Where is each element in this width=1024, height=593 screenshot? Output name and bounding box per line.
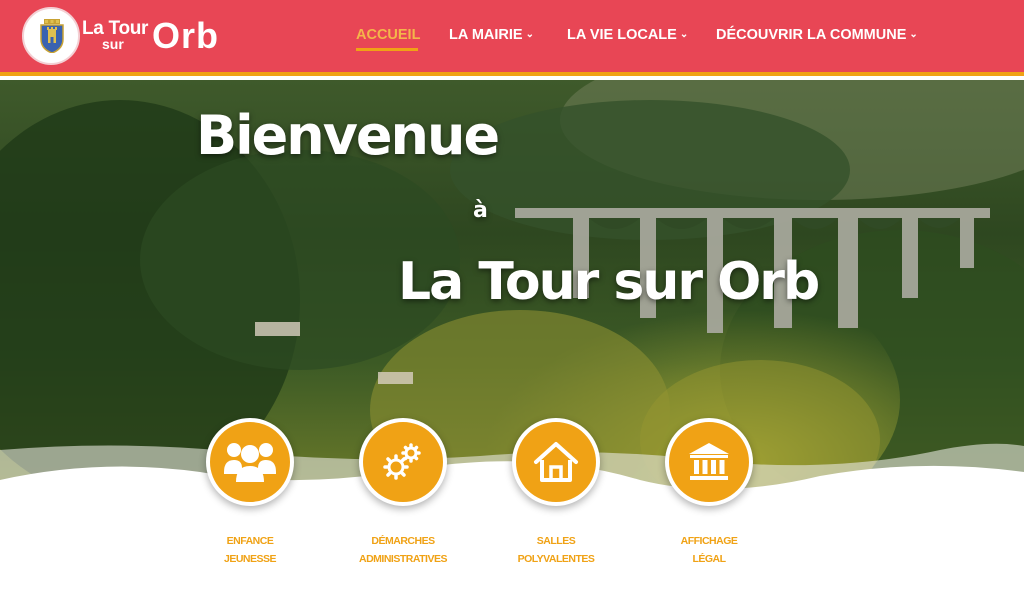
people-icon (224, 443, 276, 482)
hero-title-line1: Bienvenue (196, 104, 500, 167)
bank-icon (689, 443, 729, 480)
nav-label: LA VIE LOCALE (567, 27, 677, 43)
nav-label: ACCUEIL (356, 27, 421, 43)
house-icon (534, 442, 578, 482)
chevron-down-icon: ⌄ (679, 29, 689, 40)
nav-item-la-vie-locale[interactable]: LA VIE LOCALE ⌄ (567, 27, 688, 43)
nav-item-accueil[interactable]: ACCUEIL (356, 27, 421, 51)
gears-icon (383, 443, 421, 480)
label-line: POLYVALENTES (517, 553, 595, 565)
quick-link-circle[interactable] (206, 418, 294, 506)
active-underline (356, 48, 418, 51)
label-line: SALLES (536, 535, 576, 547)
brand-orb: Orb (152, 15, 220, 56)
quick-link-label: DÉMARCHES ADMINISTRATIVES (333, 532, 473, 568)
hero-title-line3: La Tour sur Orb (398, 252, 820, 312)
quick-link-label: AFFICHAGE LÉGAL (639, 532, 779, 568)
nav-label: LA MAIRIE (449, 27, 523, 43)
label-line: JEUNESSE (223, 553, 277, 565)
quick-link-circle[interactable] (512, 418, 600, 506)
label-line: ADMINISTRATIVES (359, 553, 447, 565)
label-line: LÉGAL (692, 553, 726, 565)
quick-link-label: SALLES POLYVALENTES (486, 532, 626, 568)
quick-links: ENFANCE JEUNESSE DÉMARCHES ADMINISTRATIV… (0, 418, 1024, 593)
chevron-down-icon: ⌄ (525, 29, 534, 40)
hero-title-line2: à (473, 198, 488, 223)
quick-link-circle[interactable] (665, 418, 753, 506)
quick-link-circle[interactable] (359, 418, 447, 506)
coat-of-arms-icon (40, 19, 64, 53)
chevron-down-icon: ⌄ (909, 29, 918, 40)
nav-item-decouvrir-la-commune[interactable]: DÉCOUVRIR LA COMMUNE ⌄ (716, 27, 918, 43)
quick-link-label: ENFANCE JEUNESSE (180, 532, 320, 568)
brand-sur: sur (102, 36, 124, 52)
logo[interactable] (22, 7, 80, 65)
nav-label: DÉCOUVRIR LA COMMUNE (716, 27, 907, 43)
label-line: ENFANCE (226, 535, 274, 547)
nav-item-la-mairie[interactable]: LA MAIRIE ⌄ (449, 27, 534, 43)
label-line: AFFICHAGE (680, 535, 738, 547)
label-line: DÉMARCHES (371, 535, 435, 547)
site-header: La Tour sur Orb ACCUEIL LA MAIRIE ⌄ LA VI… (0, 0, 1024, 76)
